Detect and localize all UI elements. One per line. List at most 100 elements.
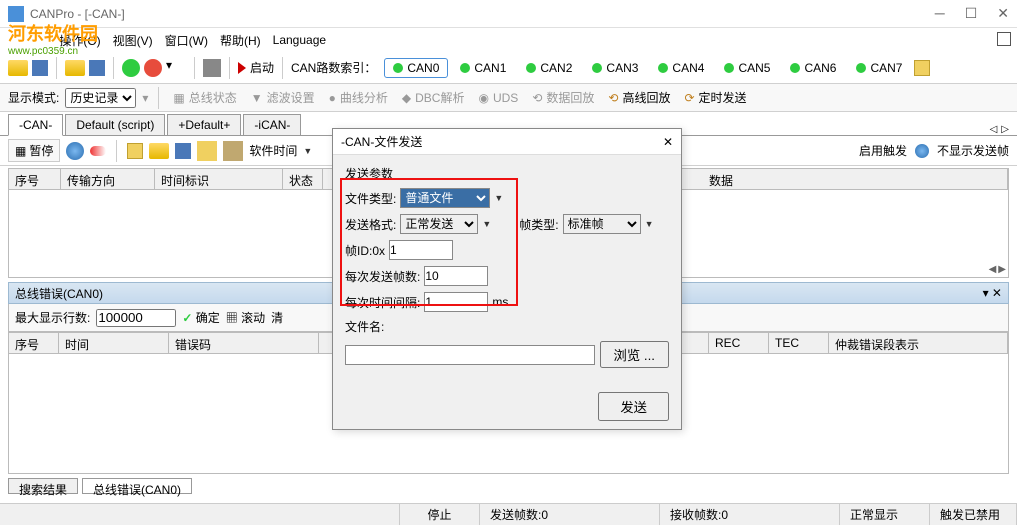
- frame-id-input[interactable]: [389, 240, 453, 260]
- btab-error[interactable]: 总线错误(CAN0): [82, 478, 192, 494]
- start-label[interactable]: 启动: [250, 59, 274, 76]
- each-interval-label: 每次时间间隔:: [345, 294, 420, 311]
- stop-icon[interactable]: [144, 59, 162, 77]
- maximize-icon[interactable]: ☐: [965, 5, 978, 22]
- menu-language[interactable]: Language: [273, 33, 326, 47]
- can5-pill[interactable]: CAN5: [716, 59, 778, 77]
- tab-prev-icon[interactable]: ◁: [990, 124, 998, 135]
- statusbar: 停止 发送帧数:0 接收帧数:0 正常显示 触发已禁用: [0, 503, 1017, 525]
- col-dir: 传输方向: [61, 169, 155, 189]
- confirm-button[interactable]: ✓ 确定: [182, 309, 219, 326]
- can0-pill[interactable]: CAN0: [384, 58, 448, 78]
- app-icon: [8, 6, 24, 22]
- restore-icon[interactable]: [997, 32, 1011, 46]
- timed-btn[interactable]: ⟳ 定时发送: [680, 87, 750, 108]
- tb-misc-icon[interactable]: [197, 141, 217, 161]
- filename-label: 文件名:: [345, 318, 384, 335]
- errcol-seq: 序号: [9, 333, 59, 353]
- errcol-code: 错误码: [169, 333, 319, 353]
- drop-icon[interactable]: ▾: [166, 58, 186, 78]
- menu-window[interactable]: 窗口(W): [165, 32, 208, 49]
- status-trigger: 触发已禁用: [930, 504, 1017, 525]
- filter-btn[interactable]: ▼ 滤波设置: [247, 87, 319, 108]
- offline-btn[interactable]: ⟲ 高线回放: [604, 87, 674, 108]
- file-type-select[interactable]: 普通文件: [400, 188, 490, 208]
- dialog-title: -CAN-文件发送: [341, 133, 422, 150]
- copy-icon[interactable]: [914, 60, 930, 76]
- dbc-btn[interactable]: ◆ DBC解析: [398, 87, 469, 108]
- browse-button[interactable]: 浏览 ...: [600, 341, 669, 368]
- display-mode-select[interactable]: 历史记录: [65, 88, 136, 108]
- open2-icon[interactable]: [65, 60, 85, 76]
- can1-pill[interactable]: CAN1: [452, 59, 514, 77]
- pill-icon[interactable]: [90, 146, 106, 156]
- frame-type-select[interactable]: 标准帧: [563, 214, 641, 234]
- each-interval-input[interactable]: [424, 292, 488, 312]
- can7-pill[interactable]: CAN7: [848, 59, 910, 77]
- curve-btn[interactable]: ● 曲线分析: [325, 87, 392, 108]
- filename-input[interactable]: [345, 345, 595, 365]
- start-arrow-icon[interactable]: [238, 62, 246, 74]
- status-send: 发送帧数:0: [480, 504, 660, 525]
- titlebar: CANPro - [-CAN-] ─ ☐ ✕: [0, 0, 1017, 28]
- interval-unit: ms: [492, 295, 508, 309]
- file-send-dialog: -CAN-文件发送 ✕ 发送参数 文件类型: 普通文件 ▼ 发送格式: 正常发送…: [332, 128, 682, 430]
- soft-time-label: 软件时间: [249, 142, 297, 159]
- menu-view[interactable]: 视图(V): [113, 32, 153, 49]
- scroll-right-icon[interactable]: ▶: [998, 264, 1006, 275]
- col-time: 时间标识: [155, 169, 283, 189]
- toolbar-filter: 显示模式: 历史记录 ▾ ▦ 总线状态 ▼ 滤波设置 ● 曲线分析 ◆ DBC解…: [0, 84, 1017, 112]
- clear-button[interactable]: 清: [271, 309, 283, 326]
- dialog-close-icon[interactable]: ✕: [663, 135, 673, 149]
- uds-btn[interactable]: ◉ UDS: [474, 89, 522, 107]
- can3-pill[interactable]: CAN3: [584, 59, 646, 77]
- can6-pill[interactable]: CAN6: [782, 59, 844, 77]
- send-button[interactable]: 发送: [598, 392, 669, 421]
- menu-operate[interactable]: 操作(O): [59, 32, 100, 49]
- wrench-icon[interactable]: [203, 59, 221, 77]
- menu-help[interactable]: 帮助(H): [220, 32, 261, 49]
- status-normal: 正常显示: [840, 504, 930, 525]
- canroute-label: CAN路数索引：: [291, 59, 376, 76]
- tab-ican[interactable]: -iCAN-: [243, 114, 301, 135]
- open-icon[interactable]: [8, 60, 28, 76]
- save-icon[interactable]: [32, 60, 48, 76]
- blue-circle-icon[interactable]: [66, 142, 84, 160]
- tb-save-icon[interactable]: [175, 143, 191, 159]
- close-icon[interactable]: ✕: [997, 5, 1009, 22]
- can2-pill[interactable]: CAN2: [518, 59, 580, 77]
- errcol-time: 时间: [59, 333, 169, 353]
- frame-type-label: 帧类型:: [519, 216, 558, 233]
- no-show-send-label[interactable]: 不显示发送帧: [937, 142, 1009, 159]
- enable-trigger-label[interactable]: 启用触发: [859, 142, 907, 159]
- pause-button[interactable]: ▦ 暂停: [8, 139, 60, 162]
- scroll-left-icon[interactable]: ◀: [989, 264, 997, 275]
- tab-next-icon[interactable]: ▷: [1001, 124, 1009, 135]
- save2-icon[interactable]: [89, 60, 105, 76]
- status-stop: 停止: [400, 504, 480, 525]
- each-send-input[interactable]: [424, 266, 488, 286]
- trigger-icon: [915, 144, 929, 158]
- replay-btn[interactable]: ⟲ 数据回放: [528, 87, 598, 108]
- tb-copy-icon[interactable]: [127, 143, 143, 159]
- tab-can[interactable]: -CAN-: [8, 114, 63, 136]
- tab-default[interactable]: +Default+: [167, 114, 241, 135]
- can4-pill[interactable]: CAN4: [650, 59, 712, 77]
- send-format-select[interactable]: 正常发送: [400, 214, 478, 234]
- minimize-icon[interactable]: ─: [935, 5, 945, 22]
- scroll-button[interactable]: ▦ 滚动: [226, 309, 265, 326]
- error-panel-title: 总线错误(CAN0): [15, 285, 103, 302]
- error-panel-chevron-icon[interactable]: ▾ ✕: [983, 286, 1002, 300]
- tb-folder-icon[interactable]: [149, 143, 169, 159]
- max-rows-input[interactable]: [96, 309, 176, 327]
- col-status: 状态: [283, 169, 323, 189]
- window-title: CANPro - [-CAN-]: [30, 7, 935, 21]
- btab-search[interactable]: 搜索结果: [8, 478, 78, 494]
- play-icon[interactable]: [122, 59, 140, 77]
- tb-box-icon[interactable]: [223, 141, 243, 161]
- bottom-tabs: 搜索结果 总线错误(CAN0): [0, 474, 1017, 498]
- tab-default-script[interactable]: Default (script): [65, 114, 165, 135]
- chevron-down-icon[interactable]: ▼: [303, 146, 312, 156]
- params-label: 发送参数: [345, 165, 669, 182]
- bus-status-btn[interactable]: ▦ 总线状态: [169, 87, 240, 108]
